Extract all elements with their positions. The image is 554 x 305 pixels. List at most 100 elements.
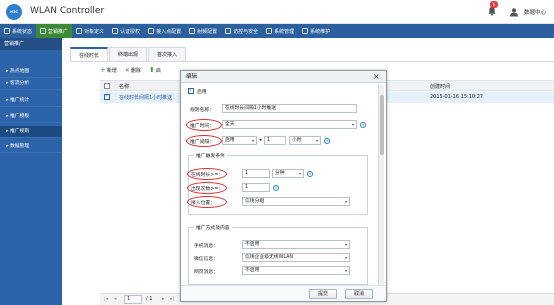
info-icon[interactable]: i: [360, 122, 366, 128]
enable-button-label: 启: [155, 67, 161, 74]
next-page-icon[interactable]: ▸: [162, 296, 165, 302]
chevron-down-icon: ▾: [344, 242, 347, 247]
last-page-icon[interactable]: ▸|: [170, 296, 174, 302]
h3c-logo: H3C: [6, 4, 22, 20]
sidebar-item-stats[interactable]: ▸ 推广统计: [0, 95, 62, 107]
chevron-down-icon: ▾: [344, 199, 347, 204]
nav-item-6[interactable]: 访控与安全: [221, 24, 262, 38]
info-icon[interactable]: i: [324, 138, 330, 144]
enable-button[interactable]: ⬆ 启: [148, 65, 161, 74]
up-arrow-icon: ⬆: [148, 65, 155, 74]
method-legend: 推广方式及内容: [194, 224, 232, 231]
push-interval-mode-select[interactable]: 启用 ▾: [222, 136, 257, 145]
nav-item-label: 接入点配置: [156, 28, 182, 35]
nav-item-label: 营销推广: [48, 28, 69, 35]
access-location-label: 接入位置：: [191, 201, 215, 206]
sidebar-item-label: 数据管理: [9, 144, 30, 149]
dialog-footer: 提交 取消: [181, 285, 386, 301]
sidebar-item-label: 推广统计: [9, 98, 30, 103]
wechat-select[interactable]: 信锐企业级无线WLAN ▾: [242, 253, 350, 262]
sidebar-title: 营销推广: [0, 38, 62, 50]
chevron-down-icon: ▾: [344, 255, 347, 260]
shield-icon: [225, 28, 232, 34]
push-interval-input[interactable]: 1: [264, 136, 286, 145]
push-interval-label: 推广间隔：: [190, 140, 214, 145]
column-name[interactable]: 名称: [119, 83, 129, 90]
web-label: 网页消息：: [194, 270, 218, 275]
nav-item-0[interactable]: 系统状态: [0, 24, 36, 38]
nav-item-5[interactable]: 射频配置: [185, 24, 221, 38]
row-checkbox[interactable]: [104, 93, 110, 100]
stepper-down-icon[interactable]: ◂: [259, 138, 261, 143]
plus-icon: +: [100, 65, 106, 74]
sms-select[interactable]: 不启用 ▾: [242, 240, 350, 249]
tab-bar: 在线时长 终端出现 首次接入: [70, 47, 187, 61]
first-page-icon[interactable]: |◂: [104, 296, 108, 302]
dialog-body: 启用 规则名称： 在线时长间隔1小时推送 推广时间： 全天 ▾ i 推广间隔： 启…: [184, 85, 377, 285]
submit-button[interactable]: 提交: [309, 289, 337, 299]
sidebar-item-templates[interactable]: ▸ 推广模板: [0, 111, 62, 123]
nav-item-label: 访控与安全: [233, 28, 259, 35]
prev-page-icon[interactable]: ◂: [114, 296, 117, 302]
column-created[interactable]: 创建时间: [430, 83, 450, 90]
nav-item-label: 射频配置: [197, 28, 218, 35]
push-interval-unit-select[interactable]: 小时 ▾: [289, 136, 321, 145]
access-location-value: 信锐分组: [245, 199, 265, 204]
tab-online-time[interactable]: 在线时长: [70, 47, 109, 61]
dialog-scrollbar[interactable]: [378, 85, 384, 285]
page-input[interactable]: 1: [124, 295, 142, 304]
row-name-link[interactable]: 在线时长间隔1小时推送: [119, 94, 172, 101]
sidebar-item-heatmap[interactable]: ▸ 热点地图: [0, 66, 62, 78]
user-icon[interactable]: [509, 7, 519, 17]
nav-item-1[interactable]: 营销推广: [36, 24, 73, 38]
chevron-down-icon: ▾: [315, 138, 318, 143]
online-time-input[interactable]: 1: [242, 169, 270, 178]
new-button[interactable]: + 新增: [100, 65, 117, 74]
appear-count-input[interactable]: 1: [242, 183, 270, 192]
info-icon[interactable]: i: [273, 185, 279, 191]
sms-value: 不启用: [245, 242, 260, 247]
nav-item-7[interactable]: 系统管理: [262, 24, 298, 38]
close-icon[interactable]: ×: [373, 72, 380, 82]
user-name[interactable]: 数据中心: [524, 8, 546, 16]
access-location-select[interactable]: 信锐分组 ▾: [242, 197, 350, 206]
page-total: / 1: [146, 296, 153, 302]
nav-item-label: 认证授权: [120, 28, 141, 35]
nav-item-2[interactable]: 对象定义: [72, 24, 108, 38]
tab-device-appear[interactable]: 终端出现: [109, 47, 148, 61]
sidebar-item-label: 推广规则: [9, 129, 30, 134]
rule-name-input[interactable]: 在线时长间隔1小时推送: [222, 104, 357, 113]
tab-first-access[interactable]: 首次接入: [148, 47, 187, 61]
sidebar-item-data[interactable]: ▸ 数据管理: [0, 141, 62, 153]
row-created: 2015-01-16 15:10:27: [430, 94, 484, 100]
online-time-unit-value: 分钟: [275, 171, 285, 176]
select-all-checkbox[interactable]: [104, 83, 110, 89]
nav-item-3[interactable]: 认证授权: [108, 24, 144, 38]
tab-divider: [70, 61, 554, 62]
rule-name-label: 规则名称：: [190, 108, 214, 113]
sidebar-item-traffic[interactable]: ▸ 客流分析: [0, 78, 62, 90]
dialog-title: 编辑: [181, 71, 386, 83]
sms-label: 手机消息：: [194, 244, 218, 249]
sidebar-item-rules[interactable]: ▸ 推广规则: [0, 126, 62, 138]
web-select[interactable]: 不启用 ▾: [242, 266, 350, 275]
nav-item-label: 系统状态: [12, 28, 33, 35]
enable-checkbox[interactable]: [188, 87, 194, 94]
online-time-unit-select[interactable]: 分钟 ▾: [272, 169, 304, 178]
online-time-label: 在线时长>=：: [191, 173, 224, 178]
delete-icon: ✕: [124, 66, 130, 74]
chevron-down-icon: ▾: [298, 171, 301, 176]
sidebar-item-label: 客流分析: [9, 81, 30, 86]
push-interval-unit-value: 小时: [292, 138, 302, 143]
access-point-icon: [148, 28, 155, 34]
nav-item-8[interactable]: 系统维护: [298, 24, 334, 38]
wechat-label: 微信信息：: [194, 257, 218, 262]
push-time-select[interactable]: 全天 ▾: [222, 120, 357, 129]
wechat-value: 信锐企业级无线WLAN: [245, 255, 293, 260]
cancel-button[interactable]: 取消: [345, 289, 373, 299]
nav-item-4[interactable]: 接入点配置: [144, 24, 185, 38]
edit-dialog: 编辑 × 启用 规则名称： 在线时长间隔1小时推送 推广时间： 全天 ▾ i 推广…: [180, 70, 387, 302]
scrollbar-thumb[interactable]: [380, 95, 384, 155]
delete-button[interactable]: ✕ 删除: [125, 67, 141, 74]
info-icon[interactable]: i: [307, 171, 313, 177]
